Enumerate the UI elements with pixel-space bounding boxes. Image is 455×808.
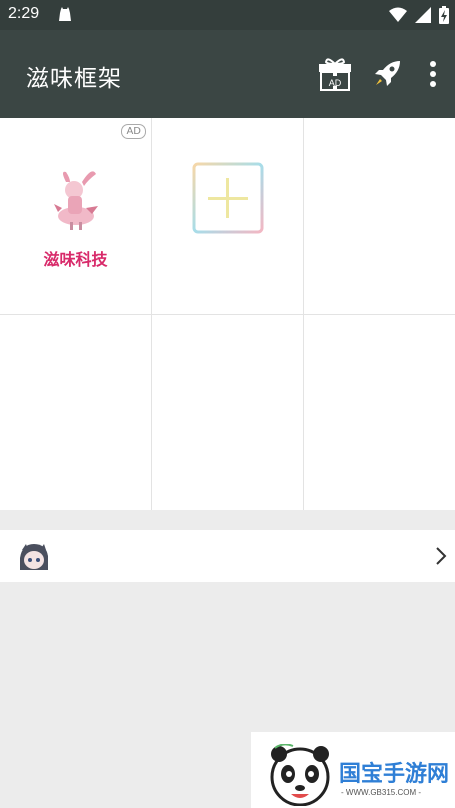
add-icon <box>192 162 264 234</box>
wifi-icon <box>389 7 407 27</box>
grid-cell-empty[interactable] <box>304 118 455 313</box>
rocket-icon <box>375 61 400 86</box>
rocket-button[interactable] <box>367 56 407 92</box>
grid-cell-empty[interactable] <box>0 315 151 510</box>
list-item[interactable] <box>0 530 455 582</box>
more-vert-icon <box>430 61 436 87</box>
more-options-button[interactable] <box>423 56 443 92</box>
notification-icon <box>58 7 72 27</box>
watermark-title: 国宝手游网 <box>339 762 450 787</box>
watermark-logo: 国宝手游网 - WWW.GB315.COM - <box>251 732 455 808</box>
status-bar: 2:29 <box>0 0 455 30</box>
chevron-right-icon <box>436 547 447 565</box>
app-bar: 滋味框架 AD <box>0 30 455 118</box>
app-icon <box>54 171 98 230</box>
watermark-subtitle: - WWW.GB315.COM - <box>341 788 421 797</box>
cell-signal-icon <box>415 7 431 27</box>
ad-badge: AD <box>121 124 146 139</box>
app-name: 滋味科技 <box>43 250 108 269</box>
grid-cell-empty[interactable] <box>152 315 303 510</box>
panda-logo-icon <box>270 744 330 806</box>
status-time: 2:29 <box>8 5 40 22</box>
grid-cell-app[interactable]: AD 滋味科技 <box>0 118 151 313</box>
app-title: 滋味框架 <box>26 66 122 92</box>
battery-icon <box>439 6 449 28</box>
avatar-icon <box>20 544 48 570</box>
gift-ad-badge: AD <box>328 78 342 88</box>
grid-cell-add[interactable] <box>152 118 303 313</box>
gift-ad-button[interactable]: AD <box>315 56 355 92</box>
grid-cell-empty[interactable] <box>304 315 455 510</box>
